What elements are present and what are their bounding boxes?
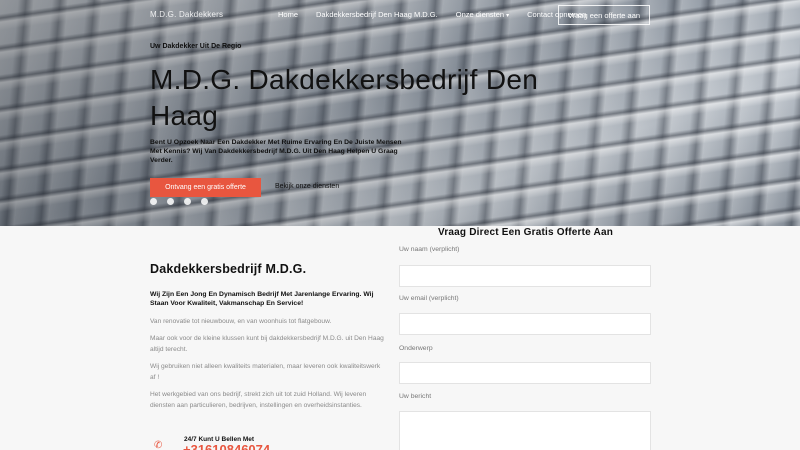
hero-title: M.D.G. Dakdekkersbedrijf Den Haag (150, 64, 539, 131)
nav-link-home[interactable]: Home (278, 10, 298, 19)
paragraph: Van renovatie tot nieuwbouw, en van woon… (150, 318, 332, 325)
quote-form-title: Vraag Direct Een Gratis Offerte Aan (438, 227, 614, 238)
instagram-icon[interactable] (201, 198, 208, 205)
paragraph: Maar ook voor de kleine klussen kunt bij… (150, 335, 384, 353)
view-services-link[interactable]: Bekijk onze diensten (275, 183, 339, 190)
free-quote-button[interactable]: Ontvang een gratis offerte (150, 178, 261, 197)
message-field[interactable] (399, 411, 651, 450)
request-quote-nav-button[interactable]: Vraag een offerte aan (558, 5, 650, 25)
subject-field-label: Onderwerp (399, 345, 433, 352)
message-field-label: Uw bericht (399, 393, 432, 400)
twitter-icon[interactable] (167, 198, 174, 205)
hero-eyebrow: Uw Dakdekker Uit De Regio (150, 43, 242, 50)
company-heading: Dakdekkersbedrijf M.D.G. (150, 262, 307, 276)
hero-section: M.D.G. Dakdekkers Home Dakdekkersbedrijf… (0, 0, 800, 226)
chevron-down-icon: ▾ (506, 13, 510, 19)
email-field-label: Uw email (verplicht) (399, 295, 459, 302)
phone-number[interactable]: +31610846074 (183, 442, 270, 450)
paragraph: Het werkgebied van ons bedrijf, strekt z… (150, 391, 367, 409)
subject-field[interactable] (399, 362, 651, 384)
nav-link-services-label: Onze diensten (455, 10, 505, 19)
facebook-icon[interactable] (150, 198, 157, 205)
name-field-label: Uw naam (verplicht) (399, 246, 460, 253)
nav-link-services[interactable]: Onze diensten ▾ (456, 10, 509, 19)
paragraph: Wij gebruiken niet alleen kwaliteits mat… (150, 363, 381, 381)
nav-link-about[interactable]: Dakdekkersbedrijf Den Haag M.D.G. (316, 10, 438, 19)
nav-links: Home Dakdekkersbedrijf Den Haag M.D.G. O… (278, 10, 604, 19)
site-logo[interactable]: M.D.G. Dakdekkers (150, 10, 223, 19)
name-field[interactable] (399, 265, 651, 287)
phone-icon: ✆ (154, 440, 163, 450)
company-lead: Wij Zijn Een Jong En Dynamisch Bedrijf M… (150, 291, 374, 307)
hero-subtitle: Bent U Opzoek Naar Een Dakdekker Met Rui… (150, 139, 402, 164)
youtube-icon[interactable] (184, 198, 191, 205)
top-navigation: M.D.G. Dakdekkers Home Dakdekkersbedrijf… (0, 0, 800, 30)
social-links (150, 198, 208, 205)
email-field[interactable] (399, 313, 651, 335)
